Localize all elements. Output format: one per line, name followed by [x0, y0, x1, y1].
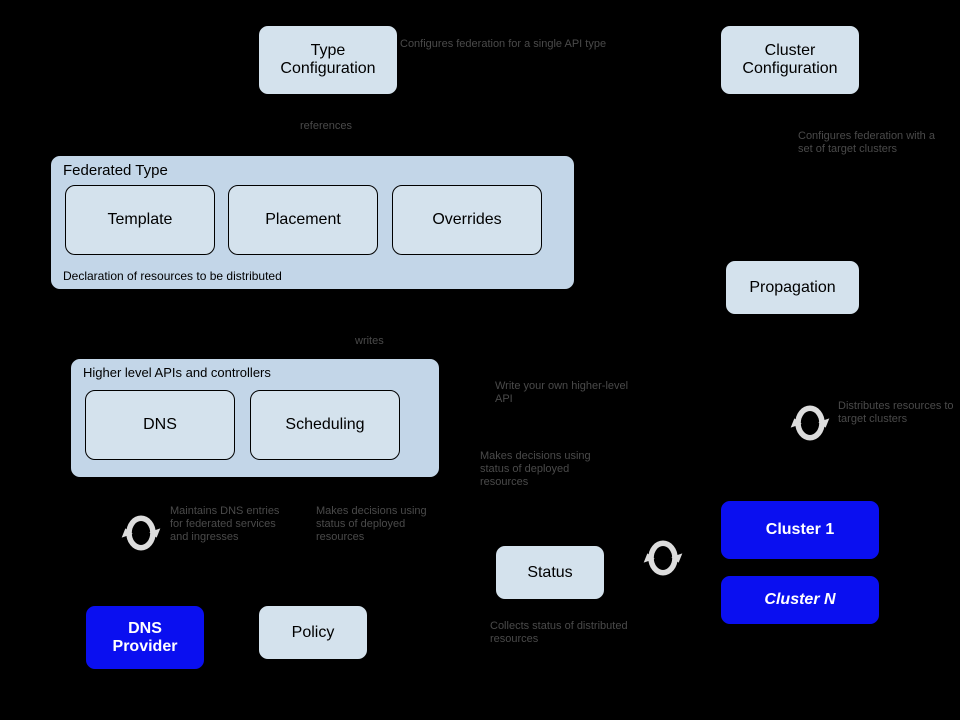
- sync-icon-dns: [118, 510, 164, 556]
- label-prop-clusters: Distributes resources to target clusters: [838, 400, 958, 426]
- label-status-collects: Collects status of distributed resources: [490, 620, 650, 646]
- label-dns-maintain: Maintains DNS entries for federated serv…: [170, 505, 280, 545]
- label-policy-sched: Makes decisions using status of deployed…: [316, 505, 431, 545]
- scheduling-box: Scheduling: [250, 390, 400, 460]
- higher-apis-title: Higher level APIs and controllers: [83, 365, 271, 380]
- cluster-n-box: Cluster N: [720, 575, 880, 625]
- cluster-configuration-box: Cluster Configuration: [720, 25, 860, 95]
- sync-icon-propagation: [787, 400, 833, 446]
- federated-type-subtitle: Declaration of resources to be distribut…: [63, 269, 282, 283]
- label-type-to-prop: Configures federation for a single API t…: [400, 38, 650, 51]
- policy-box: Policy: [258, 605, 368, 660]
- cluster-1-box: Cluster 1: [720, 500, 880, 560]
- status-box: Status: [495, 545, 605, 600]
- overrides-box: Overrides: [392, 185, 542, 255]
- cluster-n-label: Cluster N: [764, 591, 835, 609]
- placement-box: Placement: [228, 185, 378, 255]
- dns-box: DNS: [85, 390, 235, 460]
- label-references: references: [300, 120, 352, 133]
- dns-provider-box: DNS Provider: [85, 605, 205, 670]
- label-cluster-to-prop: Configures federation with a set of targ…: [798, 130, 948, 156]
- label-writes: writes: [355, 335, 384, 348]
- label-higher-api: Write your own higher-level API: [495, 380, 635, 406]
- propagation-box: Propagation: [725, 260, 860, 315]
- federated-type-title: Federated Type: [63, 162, 168, 179]
- template-box: Template: [65, 185, 215, 255]
- sync-icon-status: [640, 535, 686, 581]
- type-configuration-box: Type Configuration: [258, 25, 398, 95]
- label-sched-status: Makes decisions using status of deployed…: [480, 450, 620, 490]
